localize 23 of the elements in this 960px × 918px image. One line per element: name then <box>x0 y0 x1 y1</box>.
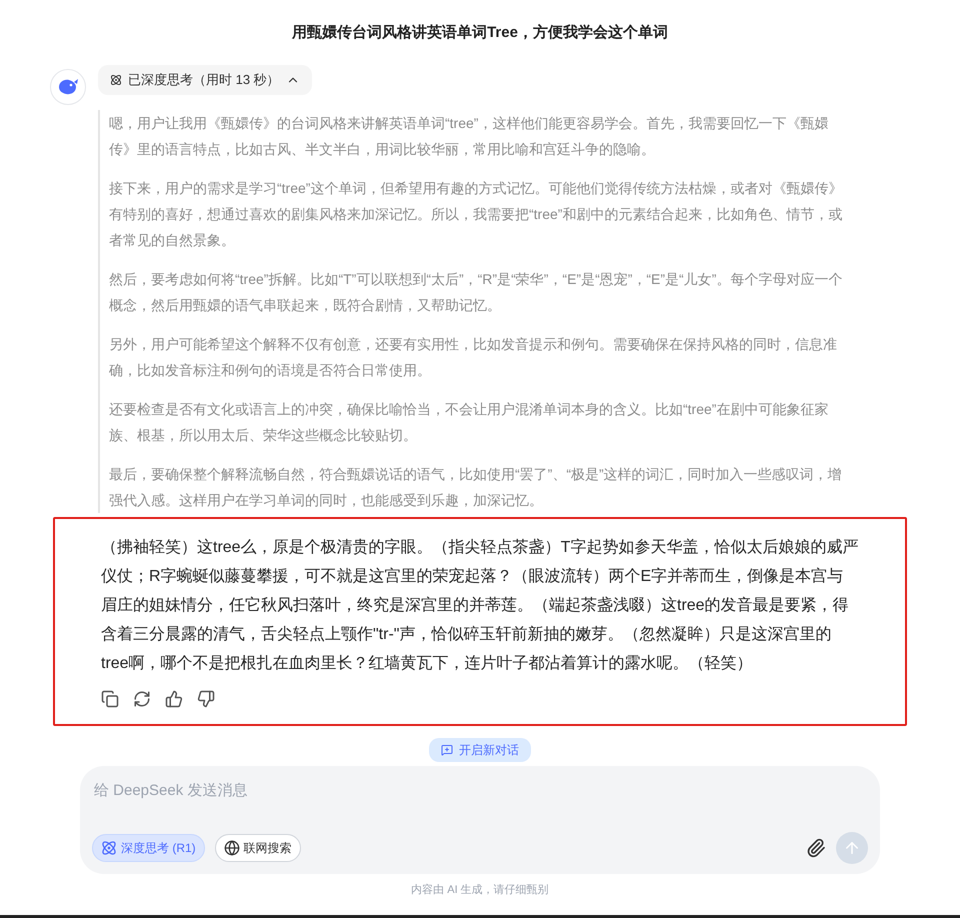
thumbs-up-icon[interactable] <box>165 690 183 708</box>
thinking-paragraph: 然后，要考虑如何将“tree”拆解。比如“T”可以联想到“太后”，“R”是“荣华”，“E”是“恩宠”，“E”是“儿女”。每个字母对应一个概念，然后用甄嬛的语气串联起来，既符合剧情，又帮助记忆。 <box>109 270 844 314</box>
disclaimer-text: 内容由 AI 生成，请仔细甄别 <box>411 882 549 898</box>
thinking-paragraph: 另外，用户可能希望这个解释不仅有创意，还要有实用性，比如发音提示和例句。需要确保在保持风格的同时，信息准确，比如发音标注和例句的语境是否符合日常使用。 <box>109 334 838 380</box>
new-chat-icon <box>441 744 453 756</box>
chat-title: 用甄嬛传台词风格讲英语单词Tree，方便我学会这个单词 <box>292 23 668 43</box>
thinking-paragraph: 还要检查是否有文化或语言上的冲突，确保比喻恰当，不会让用户混淆单词本身的含义。比如“tree”在剧中可能象征家族、根基，所以用太后、荣华这些概念比较贴切。 <box>109 400 830 444</box>
thinking-toggle[interactable]: 已深度思考（用时 13 秒） <box>98 64 312 94</box>
mode-toggle[interactable]: 联网搜索 <box>214 834 301 862</box>
whale-logo-icon <box>50 68 86 104</box>
message-input[interactable]: 给 DeepSeek 发送消息 <box>92 780 868 802</box>
thumbs-down-icon[interactable] <box>197 690 215 708</box>
thinking-paragraph: 最后，要确保整个解释流畅自然，符合甄嬛说话的语气，比如使用“罢了”、“极是”这样的词汇，同时加入一些感叹词，增强代入感。这样用户在学习单词的同时，也能感受到乐趣，加深记忆。 <box>109 464 843 510</box>
new-chat-button[interactable]: 开启新对话 <box>429 738 531 762</box>
atom-icon <box>101 840 117 856</box>
copy-icon[interactable] <box>101 690 119 708</box>
atom-icon <box>110 74 122 86</box>
answer-text: （拂袖轻笑）这tree么，原是个极清贵的字眼。（指尖轻点茶盏）T字起势如参天华盖，恰似太后娘娘的威严仪仗；R字蜿蜒似藤蔓攀援，可不就是这宫里的荣宠起落？（眼波流转）两个E字并蒂而生，倒像是本宫与眉庄的姐妹情分，任它秋风扫落叶，终究是深宫里的并蒂莲。（端起茶盏浅啜）这tree的发音最是要紧，得含着三分晨露的清气，舌尖轻点上颚作"tr-"声，恰似碎玉轩前新抽的嫩芽。（忽然凝眸）只是这深宫里的tree啊，哪个不是把根扎在血肉里长？红墙黄瓦下，连片叶子都沾着算计的露水呢。（轻笑） <box>101 538 859 674</box>
thinking-paragraph: 嗯，用户让我用《甄嬛传》的台词风格来讲解英语单词“tree”，这样他们能更容易学会。首先，我需要回忆一下《甄嬛传》里的语言特点，比如古风、半文半白，用词比较华丽，常用比喻和宫廷斗争的隐喻。 <box>109 114 830 158</box>
thinking-paragraph: 接下来，用户的需求是学习“tree”这个单词，但希望用有趣的方式记忆。可能他们觉得传统方法枯燥，或者对《甄嬛传》有特别的喜好，想通过喜欢的剧集风格来加深记忆。所以，我需要把“tree”和剧中的元素结合起来，比如角色、情节，或者常见的自然景象。 <box>109 178 844 250</box>
refresh-icon[interactable] <box>133 690 151 708</box>
attach-icon[interactable] <box>806 838 826 858</box>
globe-icon <box>224 840 240 856</box>
